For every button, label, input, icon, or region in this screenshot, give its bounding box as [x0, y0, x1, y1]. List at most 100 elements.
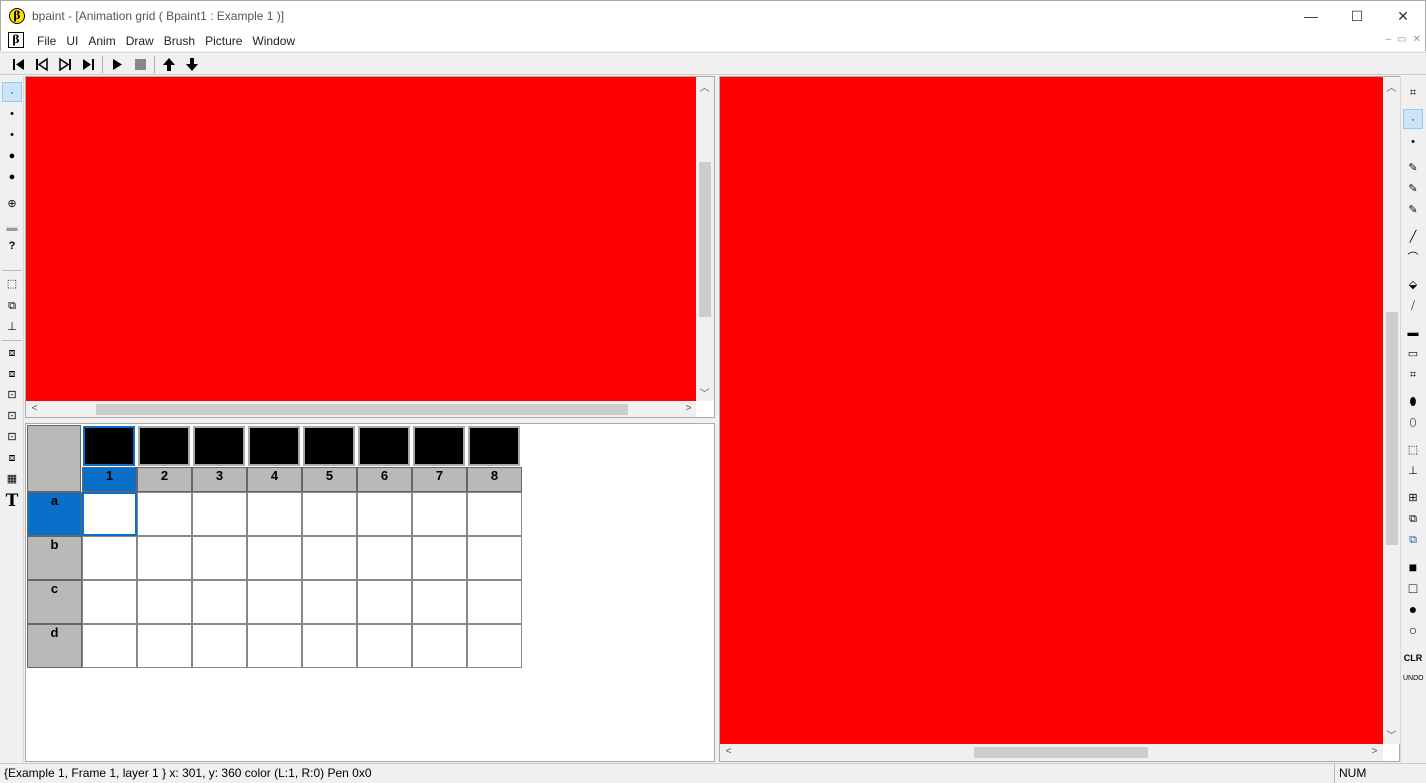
circle-outline-icon[interactable]: ○ — [1403, 620, 1423, 640]
grid-cell[interactable] — [412, 580, 467, 624]
frame-column-header[interactable]: 8 — [467, 425, 522, 492]
up-arrow-icon[interactable] — [160, 56, 178, 73]
frame-column-header[interactable]: 4 — [247, 425, 302, 492]
frame-number[interactable]: 2 — [137, 467, 192, 492]
mdi-close-button[interactable]: ✕ — [1413, 34, 1421, 45]
filled-square-icon[interactable]: ■ — [1403, 557, 1423, 577]
layer-row-header[interactable]: a — [27, 492, 82, 536]
grid-cell[interactable] — [412, 536, 467, 580]
frame-column-header[interactable]: 2 — [137, 425, 192, 492]
curve-tool-icon[interactable]: ⌒ — [1403, 248, 1423, 268]
frame-thumbnail[interactable] — [413, 426, 465, 466]
scroll-thumb[interactable] — [699, 162, 711, 317]
filled-rect-icon[interactable]: ▬ — [1403, 323, 1423, 343]
frame-thumbnail[interactable] — [468, 426, 520, 466]
frame-thumbnail[interactable] — [83, 426, 135, 466]
frame-number[interactable]: 1 — [82, 467, 137, 492]
grid-cell[interactable] — [357, 536, 412, 580]
pencil-2-icon[interactable]: ✎ — [1403, 179, 1423, 199]
preview-horizontal-scrollbar[interactable]: < > — [26, 401, 696, 417]
frame-column-header[interactable]: 7 — [412, 425, 467, 492]
grid-cell[interactable] — [82, 624, 137, 668]
ellipse-outline-icon[interactable]: ⬯ — [1403, 413, 1423, 433]
frame-thumbnail[interactable] — [193, 426, 245, 466]
grid-cell[interactable] — [137, 624, 192, 668]
brush-pickup-icon[interactable]: ⧉ — [2, 296, 22, 316]
brush-transform-3-icon[interactable]: ⊡ — [2, 427, 22, 447]
menu-brush[interactable]: Brush — [159, 33, 200, 49]
frame-number[interactable]: 7 — [412, 467, 467, 492]
scroll-up-icon[interactable]: ︿ — [1383, 79, 1400, 94]
brush-pattern-icon[interactable]: ▦ — [2, 469, 22, 489]
grid-cell[interactable] — [247, 624, 302, 668]
close-button[interactable]: ✕ — [1380, 1, 1426, 31]
frame-column-header[interactable]: 5 — [302, 425, 357, 492]
frame-thumbnail[interactable] — [358, 426, 410, 466]
scroll-left-icon[interactable]: < — [26, 403, 43, 414]
menu-file[interactable]: File — [32, 33, 61, 49]
layer-row-header[interactable]: d — [27, 624, 82, 668]
scroll-thumb[interactable] — [1386, 312, 1398, 545]
last-frame-icon[interactable] — [79, 56, 97, 73]
brush-transform-1-icon[interactable]: ⊡ — [2, 385, 22, 405]
scroll-right-icon[interactable]: > — [680, 403, 697, 414]
grid-cell[interactable] — [247, 580, 302, 624]
frame-number[interactable]: 8 — [467, 467, 522, 492]
grid-cell[interactable] — [137, 580, 192, 624]
menu-picture[interactable]: Picture — [200, 33, 247, 49]
custom-pen-icon[interactable]: ⊕ — [2, 194, 22, 214]
grid-toggle-icon[interactable]: ⊞ — [1403, 488, 1423, 508]
pencil-3-icon[interactable]: ✎ — [1403, 200, 1423, 220]
undo-button[interactable]: UNDO — [1403, 669, 1424, 689]
grid-cell[interactable] — [412, 624, 467, 668]
grid-cell[interactable] — [82, 536, 137, 580]
grid-cell[interactable] — [302, 492, 357, 536]
minimize-button[interactable]: — — [1288, 1, 1334, 31]
preview-vertical-scrollbar[interactable]: ︿ ﹀ — [696, 77, 714, 401]
menu-anim[interactable]: Anim — [83, 33, 120, 49]
frame-column-header[interactable]: 1 — [82, 425, 137, 492]
grid-cell[interactable] — [357, 624, 412, 668]
next-frame-icon[interactable] — [56, 56, 74, 73]
layer-row-header[interactable]: c — [27, 580, 82, 624]
menu-ui[interactable]: UI — [61, 33, 83, 49]
play-icon[interactable] — [108, 56, 126, 73]
frame-number[interactable]: 5 — [302, 467, 357, 492]
clear-button[interactable]: CLR — [1403, 648, 1423, 668]
grid-cell[interactable] — [302, 624, 357, 668]
grid-cell[interactable] — [82, 492, 137, 536]
grid-cell[interactable] — [137, 492, 192, 536]
scroll-right-icon[interactable]: > — [1366, 746, 1383, 757]
layer-icon[interactable]: ⧉ — [1403, 509, 1423, 529]
pen-size-5-tool[interactable]: ● — [2, 167, 22, 187]
help-icon[interactable]: ? — [2, 236, 22, 256]
scroll-down-icon[interactable]: ﹀ — [1383, 727, 1400, 742]
grid-cell[interactable] — [192, 580, 247, 624]
stamp-icon[interactable]: ⊥ — [2, 317, 22, 337]
grid-cell[interactable] — [192, 492, 247, 536]
grid-cell[interactable] — [192, 536, 247, 580]
half-size-icon[interactable]: ⧈ — [2, 343, 22, 363]
mdi-minimize-button[interactable]: – — [1386, 34, 1392, 45]
frame-column-header[interactable]: 6 — [357, 425, 412, 492]
pen-size-4-tool[interactable]: ● — [2, 146, 22, 166]
frame-thumbnail[interactable] — [303, 426, 355, 466]
rect-outline-icon[interactable]: ▭ — [1403, 344, 1423, 364]
pen-medium-tool[interactable]: • — [1403, 132, 1423, 152]
text-tool-icon[interactable]: T — [2, 491, 22, 511]
filled-ellipse-icon[interactable]: ⬮ — [1403, 392, 1423, 412]
scroll-thumb[interactable] — [96, 404, 628, 415]
layer-row-header[interactable]: b — [27, 536, 82, 580]
pen-size-3-tool[interactable]: • — [2, 125, 22, 145]
preview-canvas[interactable] — [26, 77, 696, 401]
pencil-1-icon[interactable]: ✎ — [1403, 158, 1423, 178]
line-tool-icon[interactable]: ╱ — [1403, 227, 1423, 247]
grid-cell[interactable] — [302, 580, 357, 624]
grid-cell[interactable] — [467, 492, 522, 536]
double-size-icon[interactable]: ⧈ — [2, 364, 22, 384]
pen-size-2-tool[interactable]: • — [2, 104, 22, 124]
frame-number[interactable]: 6 — [357, 467, 412, 492]
scroll-up-icon[interactable]: ︿ — [696, 79, 713, 94]
main-canvas[interactable] — [720, 77, 1383, 744]
brush-transform-4-icon[interactable]: ⧈ — [2, 448, 22, 468]
